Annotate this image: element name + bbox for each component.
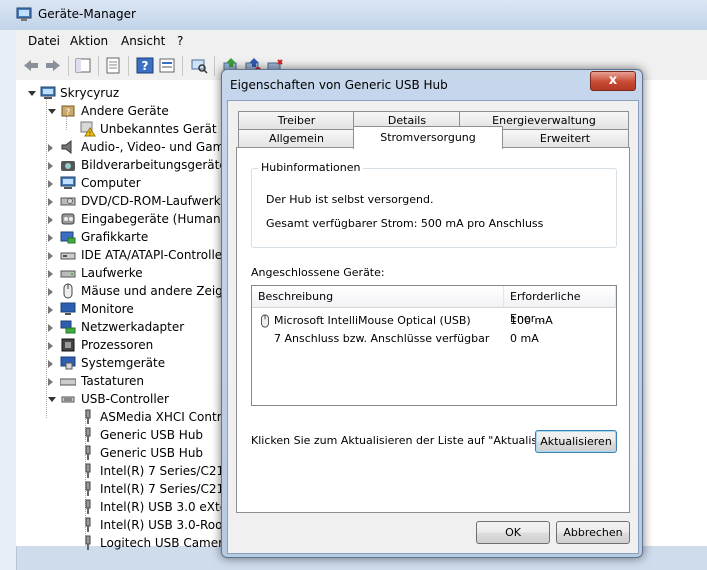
display-adapter-icon	[60, 231, 76, 244]
forward-arrow-icon[interactable]	[44, 57, 62, 74]
device-description: Microsoft IntelliMouse Optical (USB)	[274, 314, 471, 327]
tab-allgemein[interactable]: Allgemein	[238, 129, 355, 148]
scan-hardware-icon[interactable]	[190, 57, 208, 74]
hub-info-group: Hubinformationen Der Hub ist selbst vers…	[251, 161, 617, 248]
speaker-icon	[61, 139, 72, 155]
ok-button[interactable]: OK	[476, 521, 550, 544]
warning-device-icon: !	[80, 121, 96, 137]
usb-plug-icon	[85, 409, 91, 424]
usb-plug-icon	[85, 535, 91, 550]
tab-erweitert[interactable]: Erweitert	[501, 129, 629, 148]
view-icon[interactable]	[158, 57, 176, 74]
expand-arrow-icon[interactable]	[48, 324, 53, 332]
close-button[interactable]: x	[590, 71, 636, 91]
computer-icon	[60, 176, 76, 189]
camera-icon	[61, 161, 75, 171]
list-item[interactable]: 7 Anschluss bzw. Anschlüsse verfügbar 0 …	[252, 330, 616, 348]
expand-arrow-icon[interactable]	[48, 270, 53, 278]
device-manager-icon	[16, 7, 32, 21]
hub-power-status: Der Hub ist selbst versorgend.	[266, 193, 434, 206]
tree-root-label: Skrycyruz	[60, 86, 120, 100]
show-hide-tree-icon[interactable]	[74, 57, 92, 74]
expand-arrow-icon[interactable]	[48, 288, 53, 296]
network-icon	[60, 320, 76, 334]
usb-icon	[61, 396, 75, 403]
other-devices-icon: ?	[61, 105, 75, 118]
svg-text:!: !	[89, 131, 91, 138]
mouse-icon	[63, 283, 73, 299]
usb-plug-icon	[85, 463, 91, 478]
usb-plug-icon	[85, 481, 91, 496]
usb-plug-icon	[85, 499, 91, 514]
toolbar-separator	[68, 56, 69, 76]
system-icon	[60, 356, 76, 370]
cpu-icon	[61, 338, 75, 352]
title-bar: Geräte-Manager	[0, 0, 707, 30]
device-power: 100 mA	[510, 314, 553, 327]
dialog-body: Treiber Details Energieverwaltung Allgem…	[227, 100, 639, 554]
close-icon: x	[608, 73, 618, 88]
properties-dialog: Eigenschaften von Generic USB Hub x Trei…	[221, 69, 643, 558]
ide-icon	[60, 252, 76, 260]
computer-icon	[40, 86, 56, 99]
window-title: Geräte-Manager	[38, 7, 136, 21]
back-arrow-icon[interactable]	[22, 57, 40, 74]
cancel-button[interactable]: Abbrechen	[556, 521, 630, 544]
toolbar-separator	[182, 56, 183, 76]
collapse-arrow-icon[interactable]	[28, 91, 36, 96]
refresh-hint: Klicken Sie zum Aktualisieren der Liste …	[251, 434, 574, 447]
tree-connector	[46, 98, 47, 418]
menu-ansicht[interactable]: Ansicht	[121, 34, 165, 48]
dialog-title: Eigenschaften von Generic USB Hub	[230, 78, 448, 92]
connected-devices-label: Angeschlossene Geräte:	[251, 266, 385, 279]
device-power: 0 mA	[510, 332, 539, 345]
usb-plug-icon	[85, 427, 91, 442]
expand-arrow-icon[interactable]	[48, 234, 53, 242]
toolbar-separator	[128, 56, 129, 76]
expand-arrow-icon[interactable]	[48, 180, 53, 188]
keyboard-icon	[60, 378, 76, 386]
expand-arrow-icon[interactable]	[48, 144, 53, 152]
expand-arrow-icon[interactable]	[48, 162, 53, 170]
collapse-arrow-icon[interactable]	[48, 109, 56, 114]
help-icon[interactable]: ?	[136, 57, 154, 74]
properties-icon[interactable]	[104, 57, 122, 74]
list-item[interactable]: Microsoft IntelliMouse Optical (USB) 100…	[252, 312, 616, 330]
device-description: 7 Anschluss bzw. Anschlüsse verfügbar	[274, 332, 490, 345]
expand-arrow-icon[interactable]	[48, 216, 53, 224]
connected-devices-list[interactable]: Beschreibung Erforderliche Ener... Micro…	[251, 285, 617, 406]
tab-stromversorgung[interactable]: Stromversorgung	[353, 126, 503, 149]
expand-arrow-icon[interactable]	[48, 198, 53, 206]
menu-aktion[interactable]: Aktion	[70, 34, 108, 48]
refresh-button[interactable]: Aktualisieren	[535, 430, 617, 453]
hid-icon	[61, 213, 75, 225]
menu-datei[interactable]: Datei	[28, 34, 60, 48]
expand-arrow-icon[interactable]	[48, 360, 53, 368]
mouse-icon	[261, 314, 269, 328]
column-header-beschreibung[interactable]: Beschreibung	[252, 286, 504, 308]
menu-bar: Datei Aktion Ansicht ?	[16, 30, 707, 52]
tab-treiber[interactable]: Treiber	[238, 111, 355, 129]
svg-text:?: ?	[142, 59, 149, 73]
column-header-energie[interactable]: Erforderliche Ener...	[504, 286, 616, 325]
expand-arrow-icon[interactable]	[48, 252, 53, 260]
expand-arrow-icon[interactable]	[48, 342, 53, 350]
usb-plug-icon	[85, 517, 91, 532]
hub-info-title: Hubinformationen	[258, 161, 364, 174]
toolbar-separator	[214, 56, 215, 76]
tab-panel-stromversorgung: Hubinformationen Der Hub ist selbst vers…	[236, 147, 630, 513]
collapse-arrow-icon[interactable]	[48, 397, 56, 402]
background-window-edge	[0, 30, 17, 570]
dvd-icon	[60, 197, 76, 206]
expand-arrow-icon[interactable]	[48, 306, 53, 314]
hub-available-current: Gesamt verfügbarer Strom: 500 mA pro Ans…	[266, 217, 544, 230]
menu-help[interactable]: ?	[177, 34, 183, 48]
expand-arrow-icon[interactable]	[48, 378, 53, 386]
toolbar-separator	[98, 56, 99, 76]
disk-icon	[60, 270, 76, 278]
monitor-icon	[60, 302, 76, 315]
usb-plug-icon	[85, 445, 91, 460]
svg-text:?: ?	[66, 108, 71, 118]
